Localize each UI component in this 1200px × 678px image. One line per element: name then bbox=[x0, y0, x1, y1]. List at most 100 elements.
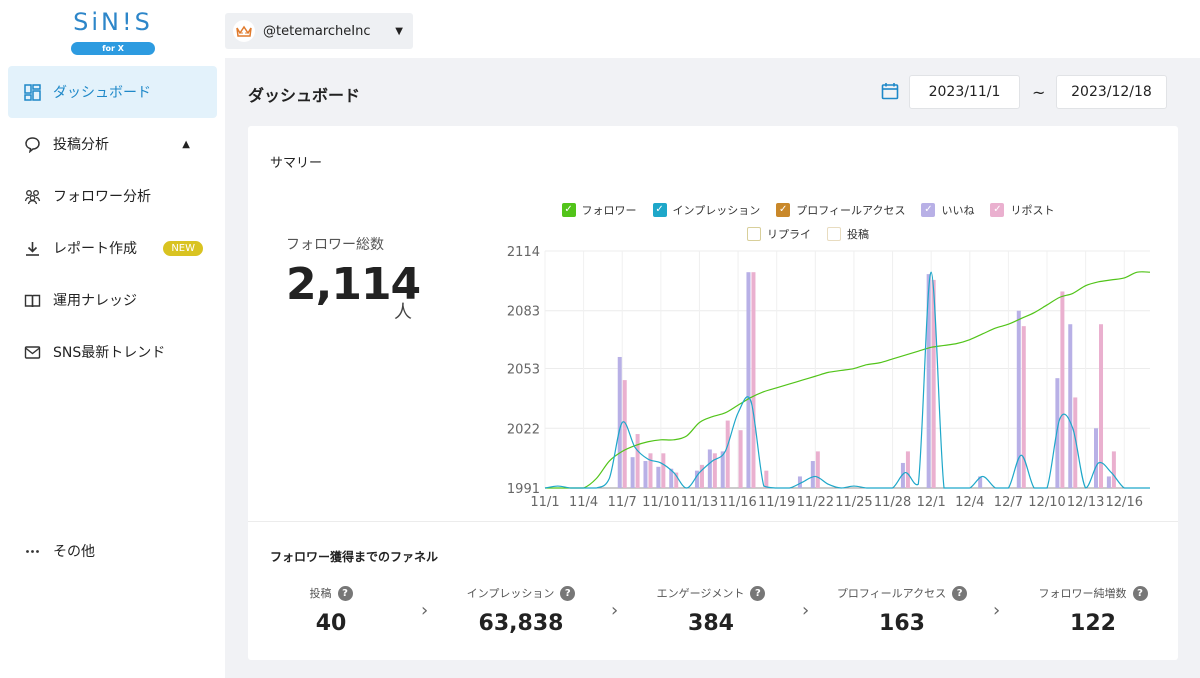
bar bbox=[1094, 428, 1099, 488]
sidebar-item-label: 運用ナレッジ bbox=[53, 293, 137, 309]
sidebar-item-follower-analysis[interactable]: フォロワー分析 bbox=[8, 170, 217, 222]
sidebar-item-dashboard[interactable]: ダッシュボード bbox=[8, 66, 217, 118]
legend-item[interactable]: ✓ プロフィールアクセス bbox=[776, 202, 905, 218]
funnel-step-label: プロフィールアクセス? bbox=[836, 585, 968, 601]
help-icon[interactable]: ? bbox=[1132, 585, 1148, 601]
funnel-step: エンゲージメント? 384 bbox=[631, 582, 791, 636]
chevron-right-icon: › bbox=[421, 600, 429, 621]
legend-item[interactable]: ✓ リポスト bbox=[990, 202, 1054, 218]
sidebar-item-sns-trends[interactable]: SNS最新トレンド bbox=[8, 326, 217, 378]
funnel-step-label-text: インプレッション bbox=[466, 587, 555, 600]
checkbox-checked-icon[interactable]: ✓ bbox=[776, 203, 791, 217]
funnel-step-value: 63,838 bbox=[478, 611, 564, 636]
sidebar-item-label: その他 bbox=[53, 544, 95, 560]
bar bbox=[622, 380, 627, 488]
sidebar: ダッシュボード 投稿分析 ▲ フォロワー分析 レポート作成 NEW 運用ナレッジ… bbox=[0, 58, 225, 678]
x-tick-label: 11/4 bbox=[569, 495, 598, 510]
y-tick-label: 2022 bbox=[507, 422, 540, 437]
sidebar-item-label: 投稿分析 bbox=[53, 137, 109, 153]
legend-label: フォロワー bbox=[581, 204, 637, 217]
x-tick-label: 11/13 bbox=[681, 495, 718, 510]
app-logo[interactable]: SiN!S for X bbox=[70, 8, 156, 55]
funnel-title: フォロワー獲得までのファネル bbox=[270, 550, 439, 564]
funnel-step-label-text: フォロワー純増数 bbox=[1038, 587, 1127, 600]
chevron-right-icon: › bbox=[993, 600, 1001, 621]
account-name: @tetemarcheInc bbox=[263, 23, 371, 39]
legend-item[interactable]: ✓ いいね bbox=[921, 202, 974, 218]
funnel-step: プロフィールアクセス? 163 bbox=[822, 582, 982, 636]
caret-down-icon: ▼ bbox=[395, 25, 403, 37]
followers-total-label: フォロワー総数 bbox=[286, 237, 384, 253]
funnel-step: 投稿? 40 bbox=[251, 582, 411, 636]
checkbox-checked-icon[interactable]: ✓ bbox=[990, 203, 1005, 217]
x-tick-label: 11/7 bbox=[608, 495, 637, 510]
legend-item[interactable]: ✓ インプレッション bbox=[652, 202, 761, 218]
caret-up-icon[interactable]: ▲ bbox=[182, 139, 190, 150]
x-tick-label: 12/13 bbox=[1067, 495, 1104, 510]
bar bbox=[746, 272, 751, 488]
bar bbox=[1068, 324, 1073, 488]
top-bar: SiN!S for X @tetemarcheInc ▼ bbox=[0, 0, 1200, 58]
sidebar-item-post-analysis[interactable]: 投稿分析 ▲ bbox=[8, 118, 217, 170]
sidebar-item-label: SNS最新トレンド bbox=[53, 345, 166, 361]
legend-label: インプレッション bbox=[672, 204, 761, 217]
bar bbox=[643, 461, 648, 488]
funnel-step-value: 163 bbox=[879, 611, 925, 636]
summary-title: サマリー bbox=[270, 156, 323, 171]
summary-card: サマリー フォロワー総数 2,114 人 ✓ フォロワー ✓ インプレッション ✓ プロフ… bbox=[248, 126, 1178, 660]
divider bbox=[248, 521, 1178, 522]
account-switcher[interactable]: @tetemarcheInc ▼ bbox=[225, 13, 413, 49]
bar bbox=[1111, 451, 1116, 488]
sidebar-item-other[interactable]: その他 bbox=[8, 525, 217, 577]
page-title: ダッシュボード bbox=[248, 86, 361, 105]
sidebar-item-label: レポート作成 bbox=[53, 241, 137, 257]
x-tick-label: 11/25 bbox=[835, 495, 872, 510]
checkbox-checked-icon[interactable]: ✓ bbox=[561, 203, 576, 217]
help-icon[interactable]: ? bbox=[952, 585, 968, 601]
sidebar-item-report[interactable]: レポート作成 NEW bbox=[8, 222, 217, 274]
chevron-right-icon: › bbox=[802, 600, 810, 621]
users-icon bbox=[23, 187, 41, 205]
help-icon[interactable]: ? bbox=[560, 585, 576, 601]
mail-icon bbox=[23, 343, 41, 361]
funnel-step-value: 122 bbox=[1070, 611, 1116, 636]
bar bbox=[810, 461, 815, 488]
legend-item[interactable]: ✓ フォロワー bbox=[561, 202, 637, 218]
funnel-step-label-text: 投稿 bbox=[309, 587, 332, 600]
bar bbox=[738, 430, 743, 488]
y-tick-label: 2083 bbox=[507, 305, 540, 320]
funnel-step-label: インプレッション? bbox=[467, 585, 576, 601]
x-tick-label: 12/4 bbox=[955, 495, 984, 510]
calendar-icon[interactable] bbox=[881, 82, 899, 100]
date-to-input[interactable]: 2023/12/18 bbox=[1056, 75, 1167, 109]
funnel-step: フォロワー純増数? 122 bbox=[1013, 582, 1173, 636]
bar bbox=[617, 356, 622, 488]
book-icon bbox=[23, 291, 41, 309]
funnel-step-label-text: エンゲージメント bbox=[656, 587, 745, 600]
funnel-step-value: 40 bbox=[315, 611, 347, 636]
logo-text: SiN!S bbox=[73, 8, 153, 36]
x-tick-label: 11/10 bbox=[642, 495, 679, 510]
followers-total-unit: 人 bbox=[394, 302, 412, 323]
funnel-step-label-text: プロフィールアクセス bbox=[836, 587, 947, 600]
bar bbox=[1060, 291, 1065, 488]
sidebar-item-label: フォロワー分析 bbox=[53, 189, 151, 205]
checkbox-checked-icon[interactable]: ✓ bbox=[652, 203, 667, 217]
help-icon[interactable]: ? bbox=[750, 585, 766, 601]
date-from-input[interactable]: 2023/11/1 bbox=[909, 75, 1020, 109]
funnel-step-value: 384 bbox=[688, 611, 734, 636]
funnel-step-label: 投稿? bbox=[310, 585, 353, 601]
help-icon[interactable]: ? bbox=[337, 585, 353, 601]
legend-label: いいね bbox=[941, 204, 975, 217]
x-tick-label: 11/22 bbox=[797, 495, 834, 510]
checkbox-checked-icon[interactable]: ✓ bbox=[921, 203, 936, 217]
summary-chart: 2114208320532022199111/1 11/4 11/7 11/10 11/… bbox=[507, 245, 1151, 510]
bar bbox=[656, 466, 661, 488]
x-tick-label: 12/16 bbox=[1106, 495, 1143, 510]
new-badge: NEW bbox=[163, 240, 203, 256]
x-tick-label: 12/10 bbox=[1028, 495, 1065, 510]
y-tick-label: 2053 bbox=[507, 363, 540, 378]
bar bbox=[764, 470, 769, 488]
sidebar-item-knowledge[interactable]: 運用ナレッジ bbox=[8, 274, 217, 326]
chat-bubble-icon bbox=[23, 135, 41, 153]
